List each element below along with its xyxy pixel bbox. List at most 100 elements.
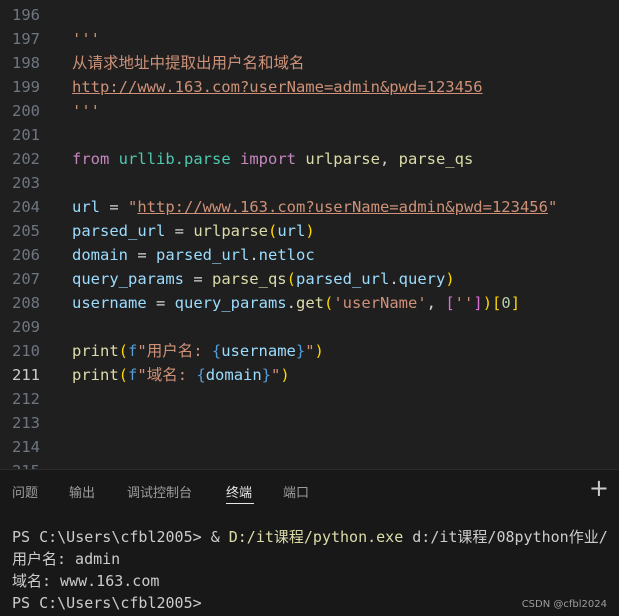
code-text: ''' bbox=[72, 99, 100, 123]
code-line[interactable]: 209 bbox=[0, 315, 619, 339]
code-token: "用户名: bbox=[137, 342, 212, 360]
code-line[interactable]: 207 query_params = parse_qs(parsed_url.qu… bbox=[0, 267, 619, 291]
code-token: http://www.163.com?userName=admin&pwd=12… bbox=[137, 198, 548, 216]
panel-tab[interactable]: 端口 bbox=[283, 482, 309, 501]
terminal-line: PS C:\Users\cfbl2005> & D:/it课程/python.e… bbox=[12, 526, 608, 548]
code-text: query_params = parse_qs(parsed_url.query… bbox=[72, 267, 455, 291]
code-token: . bbox=[249, 246, 259, 264]
code-token: " bbox=[271, 366, 281, 384]
terminal-text: d:/it课程/08python作业/ bbox=[403, 528, 608, 546]
code-token: query bbox=[398, 270, 446, 288]
panel-tab[interactable]: 终端 bbox=[226, 482, 252, 501]
panel-tab-bar: + 问题 输出 调试控制台 终端 端口 bbox=[0, 470, 619, 510]
code-token: " bbox=[305, 342, 315, 360]
terminal-text: & bbox=[210, 528, 229, 546]
code-line[interactable]: 208 username = query_params.get('userName… bbox=[0, 291, 619, 315]
code-token: 从请求地址中提取出用户名和域名 bbox=[72, 54, 305, 72]
code-token: = bbox=[146, 294, 175, 312]
code-token: = bbox=[183, 270, 212, 288]
watermark: CSDN @cfbl2024 bbox=[521, 599, 607, 610]
code-text: print(f"用户名: {username}") bbox=[72, 339, 324, 363]
code-text: username = query_params.get('userName', … bbox=[72, 291, 520, 315]
code-line[interactable]: 199 http://www.163.com?userName=admin&pwd… bbox=[0, 75, 619, 99]
code-token: { bbox=[196, 366, 206, 384]
code-token: domain bbox=[72, 246, 128, 264]
terminal-text: 用户名: admin bbox=[12, 550, 121, 568]
code-token: http://www.163.com?userName=admin&pwd=12… bbox=[72, 78, 483, 96]
code-editor[interactable]: 196 197 ''' 198 从请求地址中提取出用户名和域名 199 http://www… bbox=[0, 0, 619, 469]
code-line[interactable]: 211 print(f"域名: {domain}") bbox=[0, 363, 619, 387]
line-number: 213 bbox=[12, 414, 40, 432]
code-token: , bbox=[426, 294, 446, 312]
line-number: 204 bbox=[12, 198, 40, 216]
line-number: 208 bbox=[12, 294, 40, 312]
code-token: get bbox=[295, 294, 324, 312]
plus-icon[interactable]: + bbox=[589, 474, 609, 502]
line-number: 201 bbox=[12, 126, 40, 144]
code-token: 0 bbox=[501, 294, 511, 312]
code-token: from bbox=[72, 150, 119, 168]
line-number: 207 bbox=[12, 270, 40, 288]
code-token: [ bbox=[445, 294, 455, 312]
code-token: 'userName' bbox=[333, 294, 427, 312]
code-line[interactable]: 200 ''' bbox=[0, 99, 619, 123]
line-number: 206 bbox=[12, 246, 40, 264]
terminal-panel[interactable]: CSDN @cfbl2024 PS C:\Users\cfbl2005> & D… bbox=[0, 510, 619, 616]
line-number: 198 bbox=[12, 54, 40, 72]
terminal-text: PS C:\Users\cfbl2005> bbox=[12, 594, 211, 612]
line-number: 211 bbox=[12, 366, 40, 384]
code-line[interactable]: 205 parsed_url = urlparse(url) bbox=[0, 219, 619, 243]
code-token: f bbox=[128, 342, 138, 360]
code-token: { bbox=[211, 342, 222, 360]
line-number: 210 bbox=[12, 342, 40, 360]
code-line[interactable]: 204 url = "http://www.163.com?userName=ad… bbox=[0, 195, 619, 219]
code-line[interactable]: 213 bbox=[0, 411, 619, 435]
line-number: 197 bbox=[12, 30, 40, 48]
code-text: from urllib.parse import urlparse, parse… bbox=[72, 147, 473, 171]
code-token: url bbox=[277, 222, 306, 240]
panel-tab[interactable]: 调试控制台 bbox=[127, 482, 192, 501]
line-number: 199 bbox=[12, 78, 40, 96]
code-token: = bbox=[100, 198, 128, 216]
line-number: 212 bbox=[12, 390, 40, 408]
code-token: = bbox=[128, 246, 156, 264]
code-text: domain = parsed_url.netloc bbox=[72, 243, 315, 267]
code-line[interactable]: 210 print(f"用户名: {username}") bbox=[0, 339, 619, 363]
terminal-line: 域名: www.163.com bbox=[12, 570, 159, 592]
code-token: username bbox=[221, 342, 296, 360]
code-token: print bbox=[72, 342, 119, 360]
code-token: parsed_url bbox=[72, 222, 166, 240]
code-token: ] bbox=[473, 294, 483, 312]
code-token: ( bbox=[118, 342, 129, 360]
code-token: urlparse bbox=[193, 222, 268, 240]
code-line[interactable]: 206 domain = parsed_url.netloc bbox=[0, 243, 619, 267]
panel-tab[interactable]: 输出 bbox=[69, 482, 95, 501]
code-line[interactable]: 201 bbox=[0, 123, 619, 147]
panel-tab[interactable]: 问题 bbox=[12, 482, 38, 501]
code-text: parsed_url = urlparse(url) bbox=[72, 219, 315, 243]
code-token: parse_qs bbox=[211, 270, 287, 288]
code-line[interactable]: 202 from urllib.parse import urlparse, pa… bbox=[0, 147, 619, 171]
code-token: netloc bbox=[258, 246, 315, 264]
code-line[interactable]: 203 bbox=[0, 171, 619, 195]
line-number: 205 bbox=[12, 222, 40, 240]
code-token: domain bbox=[205, 366, 262, 384]
code-token: ( bbox=[286, 270, 296, 288]
code-token: parsed_url bbox=[295, 270, 390, 288]
code-line[interactable]: 215 bbox=[0, 459, 619, 469]
code-token: ) bbox=[305, 222, 315, 240]
code-token: parsed_url bbox=[156, 246, 250, 264]
code-text: 从请求地址中提取出用户名和域名 bbox=[72, 51, 305, 75]
line-number: 202 bbox=[12, 150, 40, 168]
code-line[interactable]: 214 bbox=[0, 435, 619, 459]
code-line[interactable]: 196 bbox=[0, 3, 619, 27]
code-token: " bbox=[128, 198, 138, 216]
code-line[interactable]: 212 bbox=[0, 387, 619, 411]
code-token: parse_qs bbox=[398, 150, 474, 168]
terminal-text: PS C:\Users\cfbl2005> bbox=[12, 528, 211, 546]
code-line[interactable]: 198 从请求地址中提取出用户名和域名 bbox=[0, 51, 619, 75]
terminal-line: 用户名: admin bbox=[12, 548, 120, 570]
code-token: ( bbox=[323, 294, 334, 312]
code-token: url bbox=[72, 198, 100, 216]
code-line[interactable]: 197 ''' bbox=[0, 27, 619, 51]
